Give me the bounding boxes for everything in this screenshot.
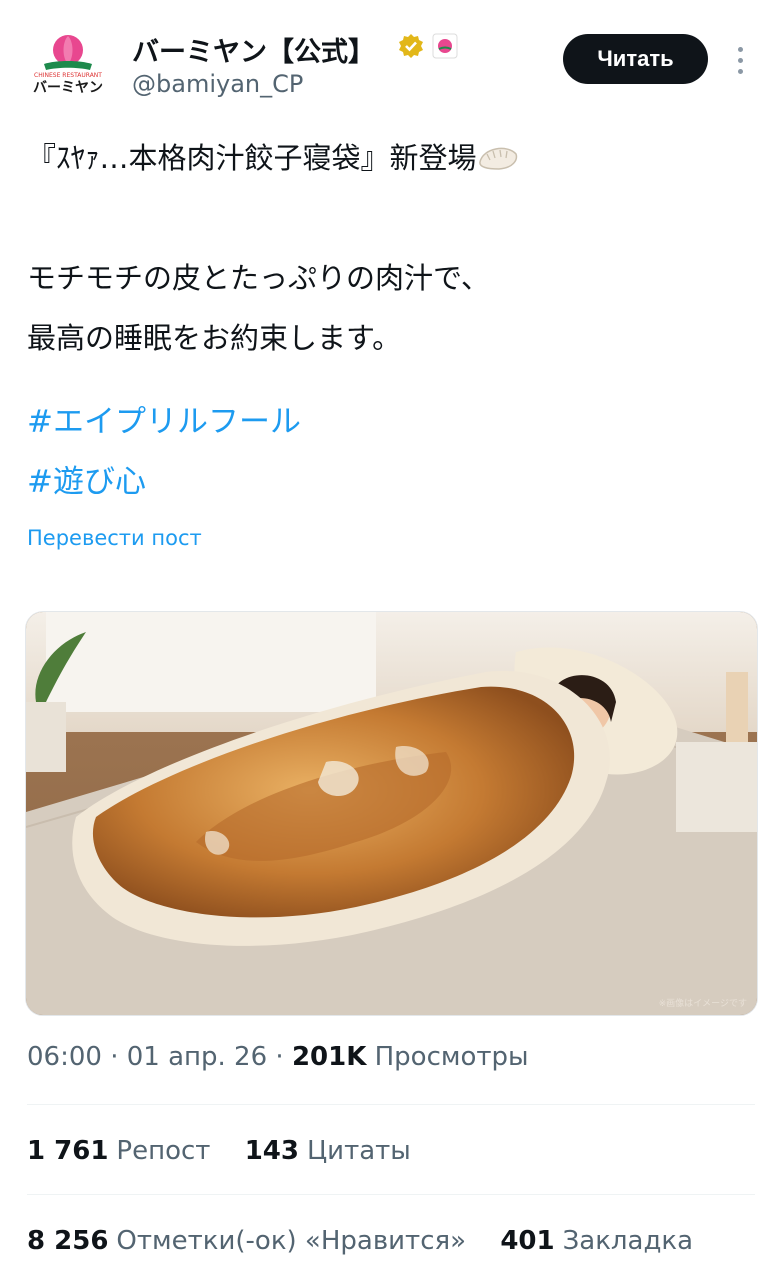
badges — [398, 33, 458, 59]
verified-gold-badge-icon[interactable] — [398, 33, 424, 59]
quotes-count: 143 — [244, 1136, 299, 1166]
translate-post-link[interactable]: Перевести пост — [27, 526, 202, 550]
affiliate-badge-icon[interactable] — [432, 33, 458, 59]
hashtags: #エイプリルフール #遊び心 — [27, 392, 301, 512]
image-watermark: ※画像はイメージです — [658, 999, 747, 1009]
bookmarks-label: Закладка — [562, 1226, 694, 1256]
post-image[interactable]: ※画像はイメージです — [25, 611, 758, 1016]
follow-button[interactable]: Читать — [563, 34, 708, 84]
reposts-count: 1 761 — [27, 1136, 109, 1166]
post-meta: 06:00 · 01 апр. 26 · 201K Просмотры — [27, 1042, 529, 1072]
likes-label: Отметки(-ок) «Нравится» — [116, 1226, 467, 1256]
reposts-stat[interactable]: 1 761 Репост — [27, 1136, 210, 1166]
hashtag-link-2[interactable]: #遊び心 — [27, 452, 301, 512]
post-line-1-text: 『ｽﾔｧ…本格肉汁餃子寝袋』新登場 — [27, 141, 477, 175]
hashtag-link-1[interactable]: #エイプリルフール — [27, 392, 301, 452]
post-date[interactable]: 01 апр. 26 — [127, 1042, 267, 1072]
logo-caption: CHINESE RESTAURANT — [34, 72, 102, 79]
post-header: CHINESE RESTAURANT バーミヤン バーミヤン【公式】 @bami… — [0, 0, 781, 110]
divider — [27, 1104, 755, 1105]
views-count: 201K — [291, 1042, 367, 1072]
logo-text: バーミヤン — [33, 80, 103, 96]
views-label: Просмотры — [374, 1042, 529, 1072]
meta-separator: · — [275, 1042, 292, 1072]
more-vertical-icon[interactable] — [728, 40, 752, 80]
divider — [27, 1194, 755, 1195]
display-name[interactable]: バーミヤン【公式】 — [132, 30, 375, 69]
bamiyan-logo-icon: CHINESE RESTAURANT バーミヤン — [33, 35, 103, 96]
bookmarks-count: 401 — [500, 1226, 555, 1256]
post-line-3: 最高の睡眠をお約束します。 — [27, 321, 402, 355]
account-avatar[interactable]: CHINESE RESTAURANT バーミヤン — [30, 30, 106, 96]
post-line-1: 『ｽﾔｧ…本格肉汁餃子寝袋』新登場 — [27, 128, 757, 188]
likes-count: 8 256 — [27, 1226, 109, 1256]
bookmarks-stat[interactable]: 401 Закладка — [500, 1226, 693, 1256]
likes-stat[interactable]: 8 256 Отметки(-ок) «Нравится» — [27, 1226, 466, 1256]
post-time[interactable]: 06:00 — [27, 1042, 102, 1072]
quotes-stat[interactable]: 143 Цитаты — [245, 1136, 411, 1166]
dumpling-emoji-icon — [478, 147, 517, 170]
reposts-label: Репост — [116, 1136, 211, 1166]
stats-row-likes: 8 256 Отметки(-ок) «Нравится» 401 Закладка — [27, 1226, 719, 1256]
dumpling-sleeping-bag-photo — [26, 612, 757, 1015]
meta-separator: · — [110, 1042, 127, 1072]
stats-row-reposts: 1 761 Репост 143 Цитаты — [27, 1136, 437, 1166]
post-body: 『ｽﾔｧ…本格肉汁餃子寝袋』新登場 モチモチの皮とたっぷりの肉汁で、 最高の睡眠… — [27, 128, 757, 368]
post-line-2: モチモチの皮とたっぷりの肉汁で、 — [27, 261, 490, 295]
account-handle[interactable]: @bamiyan_CP — [132, 70, 303, 98]
quotes-label: Цитаты — [307, 1136, 411, 1166]
